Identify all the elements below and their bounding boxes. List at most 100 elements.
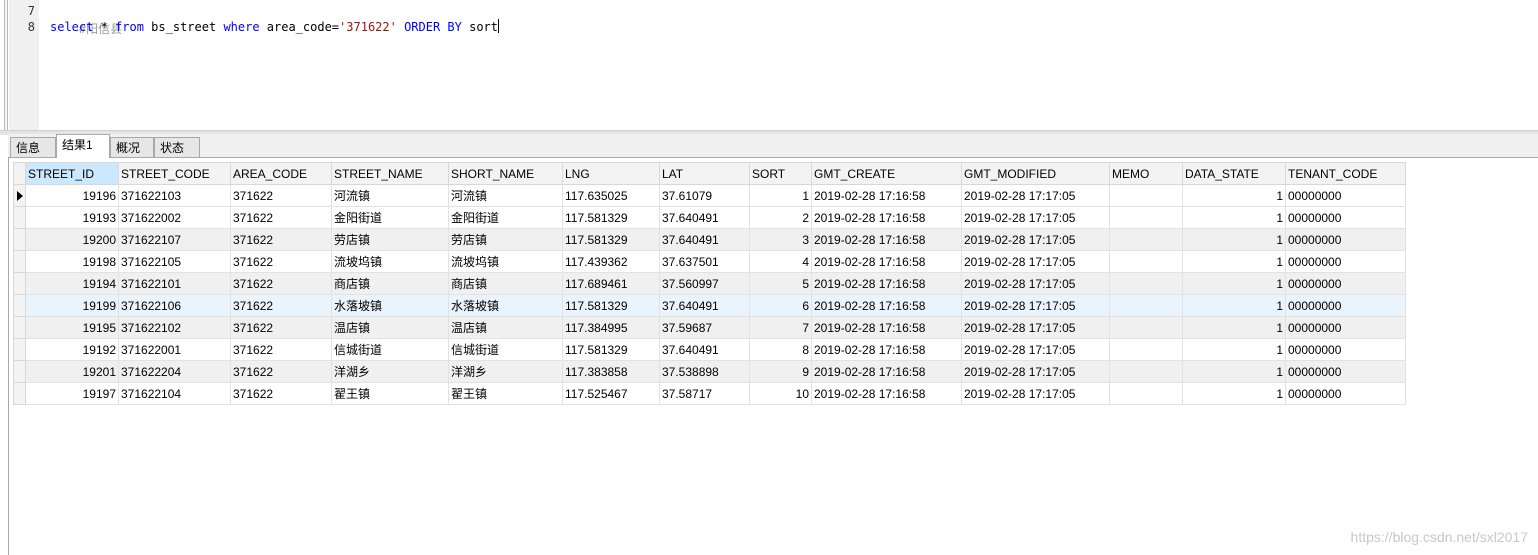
table-cell[interactable]: 河流镇 xyxy=(448,184,563,207)
table-cell[interactable] xyxy=(1109,294,1183,317)
table-cell[interactable]: 117.525467 xyxy=(562,382,660,405)
column-header[interactable]: SORT xyxy=(749,162,812,185)
table-cell[interactable] xyxy=(1109,382,1183,405)
row-indicator[interactable] xyxy=(13,338,26,361)
table-cell[interactable]: 00000000 xyxy=(1285,294,1406,317)
table-cell[interactable]: 19200 xyxy=(25,228,119,251)
table-cell[interactable]: 19194 xyxy=(25,272,119,295)
table-cell[interactable]: 洋湖乡 xyxy=(331,360,449,383)
table-cell[interactable]: 2019-02-28 17:17:05 xyxy=(961,382,1110,405)
table-cell[interactable] xyxy=(1109,316,1183,339)
table-cell[interactable]: 19198 xyxy=(25,250,119,273)
table-cell[interactable]: 19199 xyxy=(25,294,119,317)
table-cell[interactable]: 2019-02-28 17:17:05 xyxy=(961,338,1110,361)
table-cell[interactable]: 37.640491 xyxy=(659,294,750,317)
table-cell[interactable]: 2019-02-28 17:16:58 xyxy=(811,316,962,339)
table-cell[interactable]: 371622107 xyxy=(118,228,231,251)
table-cell[interactable]: 371622106 xyxy=(118,294,231,317)
table-cell[interactable]: 37.560997 xyxy=(659,272,750,295)
table-row[interactable]: 19199 371622106 371622 水落坡镇 水落坡镇 117.581329 37… xyxy=(13,294,1406,317)
table-cell[interactable]: 19197 xyxy=(25,382,119,405)
row-indicator[interactable] xyxy=(13,316,26,339)
table-cell[interactable]: 4 xyxy=(749,250,812,273)
table-cell[interactable]: 117.689461 xyxy=(562,272,660,295)
table-cell[interactable]: 00000000 xyxy=(1285,272,1406,295)
table-row[interactable]: 19193 371622002 371622 金阳街道 金阳街道 117.581329 37… xyxy=(13,206,1406,229)
table-cell[interactable]: 117.581329 xyxy=(562,294,660,317)
row-indicator[interactable] xyxy=(13,272,26,295)
table-cell[interactable] xyxy=(1109,184,1183,207)
table-cell[interactable]: 371622204 xyxy=(118,360,231,383)
table-cell[interactable] xyxy=(1109,206,1183,229)
row-indicator[interactable] xyxy=(13,184,26,207)
column-header[interactable]: STREET_NAME xyxy=(331,162,449,185)
table-cell[interactable]: 2019-02-28 17:16:58 xyxy=(811,294,962,317)
table-cell[interactable]: 2019-02-28 17:17:05 xyxy=(961,184,1110,207)
table-cell[interactable] xyxy=(1109,228,1183,251)
table-cell[interactable]: 水落坡镇 xyxy=(448,294,563,317)
row-indicator[interactable] xyxy=(13,294,26,317)
table-cell[interactable]: 371622 xyxy=(230,228,332,251)
table-row[interactable]: 19192 371622001 371622 信城街道 信城街道 117.581329 37… xyxy=(13,338,1406,361)
table-cell[interactable]: 117.635025 xyxy=(562,184,660,207)
table-cell[interactable]: 6 xyxy=(749,294,812,317)
table-cell[interactable]: 19195 xyxy=(25,316,119,339)
table-cell[interactable]: 2019-02-28 17:17:05 xyxy=(961,250,1110,273)
table-cell[interactable]: 2019-02-28 17:17:05 xyxy=(961,206,1110,229)
table-cell[interactable]: 371622101 xyxy=(118,272,231,295)
table-cell[interactable]: 1 xyxy=(1182,184,1286,207)
table-cell[interactable]: 37.61079 xyxy=(659,184,750,207)
table-cell[interactable]: 1 xyxy=(1182,382,1286,405)
column-header[interactable]: LAT xyxy=(659,162,750,185)
table-cell[interactable]: 00000000 xyxy=(1285,184,1406,207)
code-line-query[interactable]: select * from bs_street where area_code=… xyxy=(50,18,499,36)
table-cell[interactable]: 1 xyxy=(1182,206,1286,229)
table-cell[interactable]: 00000000 xyxy=(1285,228,1406,251)
tab-profile[interactable]: 概况 xyxy=(110,137,154,158)
table-cell[interactable]: 2019-02-28 17:17:05 xyxy=(961,316,1110,339)
table-cell[interactable]: 371622104 xyxy=(118,382,231,405)
table-cell[interactable]: 1 xyxy=(1182,338,1286,361)
table-cell[interactable]: 温店镇 xyxy=(448,316,563,339)
column-header[interactable]: GMT_MODIFIED xyxy=(961,162,1110,185)
tab-status[interactable]: 状态 xyxy=(154,137,200,158)
table-cell[interactable]: 117.581329 xyxy=(562,206,660,229)
column-header[interactable]: AREA_CODE xyxy=(230,162,332,185)
table-cell[interactable]: 371622001 xyxy=(118,338,231,361)
table-row[interactable]: 19197 371622104 371622 翟王镇 翟王镇 117.525467 37.5… xyxy=(13,382,1406,405)
table-cell[interactable]: 2019-02-28 17:17:05 xyxy=(961,272,1110,295)
table-cell[interactable]: 5 xyxy=(749,272,812,295)
table-cell[interactable]: 2019-02-28 17:16:58 xyxy=(811,228,962,251)
table-cell[interactable]: 2019-02-28 17:16:58 xyxy=(811,206,962,229)
table-cell[interactable]: 37.640491 xyxy=(659,338,750,361)
table-cell[interactable]: 00000000 xyxy=(1285,316,1406,339)
table-cell[interactable]: 2019-02-28 17:16:58 xyxy=(811,272,962,295)
table-row[interactable]: 19201 371622204 371622 洋湖乡 洋湖乡 117.383858 37.5… xyxy=(13,360,1406,383)
table-cell[interactable]: 117.439362 xyxy=(562,250,660,273)
table-cell[interactable]: 1 xyxy=(1182,360,1286,383)
table-cell[interactable]: 1 xyxy=(749,184,812,207)
table-cell[interactable]: 19196 xyxy=(25,184,119,207)
table-cell[interactable]: 117.581329 xyxy=(562,228,660,251)
table-cell[interactable]: 洋湖乡 xyxy=(448,360,563,383)
column-header[interactable]: GMT_CREATE xyxy=(811,162,962,185)
table-cell[interactable]: 2019-02-28 17:17:05 xyxy=(961,360,1110,383)
table-cell[interactable]: 37.640491 xyxy=(659,206,750,229)
table-cell[interactable]: 371622 xyxy=(230,316,332,339)
table-cell[interactable]: 00000000 xyxy=(1285,250,1406,273)
table-cell[interactable]: 371622 xyxy=(230,184,332,207)
table-cell[interactable]: 2019-02-28 17:17:05 xyxy=(961,228,1110,251)
column-header[interactable]: SHORT_NAME xyxy=(448,162,563,185)
row-indicator[interactable] xyxy=(13,250,26,273)
column-header[interactable]: STREET_CODE xyxy=(118,162,231,185)
table-cell[interactable]: 3 xyxy=(749,228,812,251)
table-cell[interactable]: 2019-02-28 17:16:58 xyxy=(811,184,962,207)
table-row[interactable]: 19194 371622101 371622 商店镇 商店镇 117.689461 37.5… xyxy=(13,272,1406,295)
table-cell[interactable]: 2019-02-28 17:16:58 xyxy=(811,360,962,383)
table-cell[interactable]: 1 xyxy=(1182,250,1286,273)
table-cell[interactable]: 117.383858 xyxy=(562,360,660,383)
table-cell[interactable] xyxy=(1109,338,1183,361)
table-cell[interactable]: 温店镇 xyxy=(331,316,449,339)
table-cell[interactable]: 7 xyxy=(749,316,812,339)
table-cell[interactable]: 2019-02-28 17:16:58 xyxy=(811,250,962,273)
